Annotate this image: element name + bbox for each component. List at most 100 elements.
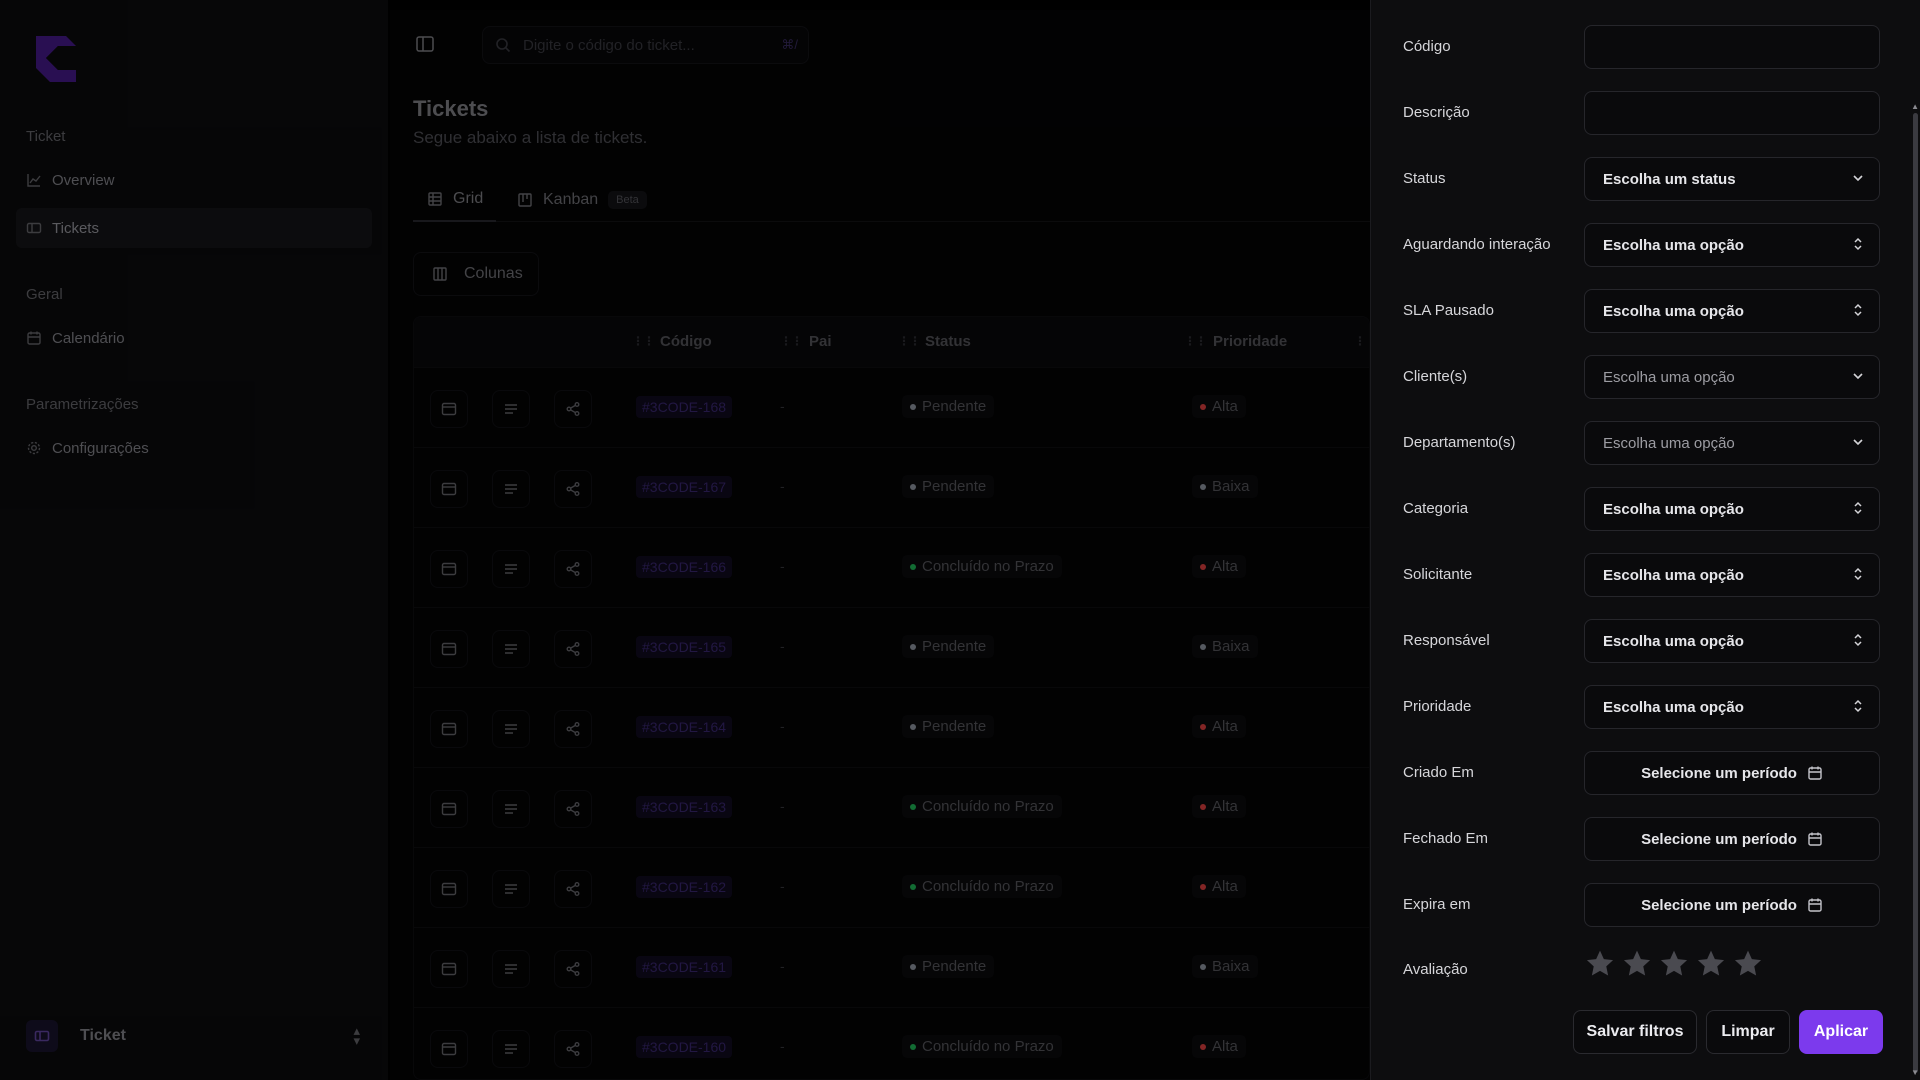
solicitante-select[interactable]: Escolha uma opção — [1584, 553, 1880, 597]
field-value: Escolha uma opção — [1603, 368, 1735, 386]
expira-em-date-picker[interactable]: Selecione um período — [1584, 883, 1880, 927]
details-button[interactable] — [492, 950, 530, 988]
ticket-code-link[interactable]: #3CODE-166 — [636, 556, 733, 578]
codigo-input[interactable] — [1584, 25, 1880, 69]
star-icon[interactable] — [1584, 948, 1616, 980]
departamento-s-select[interactable]: Escolha uma opção — [1584, 421, 1880, 465]
ticket-parent: - — [780, 1038, 785, 1054]
open-ticket-button[interactable] — [430, 550, 468, 588]
share-button[interactable] — [554, 790, 592, 828]
drag-handle-icon[interactable]: ⋮⋮ — [780, 334, 803, 348]
sidebar-item-calendario[interactable]: Calendário — [16, 318, 372, 358]
status-badge: Concluído no Prazo — [902, 1035, 1062, 1058]
ticket-code-link[interactable]: #3CODE-162 — [636, 876, 733, 898]
categoria-select[interactable]: Escolha uma opção — [1584, 487, 1880, 531]
workspace-switcher[interactable]: Ticket ▴ ▾ — [16, 1016, 372, 1056]
status-badge: Concluído no Prazo — [902, 875, 1062, 898]
browser-icon — [441, 641, 457, 657]
share-button[interactable] — [554, 1030, 592, 1068]
share-button[interactable] — [554, 710, 592, 748]
ticket-code-link[interactable]: #3CODE-163 — [636, 796, 733, 818]
column-header-pai[interactable]: Pai — [809, 333, 832, 350]
open-ticket-button[interactable] — [430, 790, 468, 828]
table-header: ⋮⋮ Código ⋮⋮ Pai ⋮⋮ Status ⋮⋮ Prioridade… — [414, 317, 1369, 367]
sla-pausado-select[interactable]: Escolha uma opção — [1584, 289, 1880, 333]
open-ticket-button[interactable] — [430, 390, 468, 428]
columns-button[interactable]: Colunas — [413, 252, 539, 296]
share-button[interactable] — [554, 470, 592, 508]
clear-button[interactable]: Limpar — [1706, 1010, 1790, 1054]
tab-grid[interactable]: Grid — [413, 178, 496, 222]
criado-em-date-picker[interactable]: Selecione um período — [1584, 751, 1880, 795]
share-button[interactable] — [554, 630, 592, 668]
prioridade-select[interactable]: Escolha uma opção — [1584, 685, 1880, 729]
descricao-input[interactable] — [1584, 91, 1880, 135]
ticket-code-link[interactable]: #3CODE-164 — [636, 716, 733, 738]
search-input[interactable]: Digite o código do ticket... ⌘/ — [482, 26, 809, 64]
open-ticket-button[interactable] — [430, 470, 468, 508]
status-select[interactable]: Escolha um status — [1584, 157, 1880, 201]
ticket-parent: - — [780, 398, 785, 414]
details-button[interactable] — [492, 790, 530, 828]
responsavel-select[interactable]: Escolha uma opção — [1584, 619, 1880, 663]
star-icon[interactable] — [1695, 948, 1727, 980]
open-ticket-button[interactable] — [430, 710, 468, 748]
browser-icon — [441, 481, 457, 497]
drag-handle-icon[interactable]: ⋮⋮ — [632, 334, 655, 348]
scroll-up-icon[interactable]: ▲ — [1911, 102, 1919, 111]
apply-button[interactable]: Aplicar — [1799, 1010, 1883, 1054]
share-icon — [565, 401, 581, 417]
details-button[interactable] — [492, 630, 530, 668]
column-header-status[interactable]: Status — [925, 333, 971, 350]
ticket-code-link[interactable]: #3CODE-167 — [636, 476, 733, 498]
details-button[interactable] — [492, 710, 530, 748]
field-value: Escolha um status — [1603, 170, 1736, 188]
ticket-code-link[interactable]: #3CODE-160 — [636, 1036, 733, 1058]
details-button[interactable] — [492, 1030, 530, 1068]
sidebar-item-tickets[interactable]: Tickets — [16, 208, 372, 248]
cliente-s-select[interactable]: Escolha uma opção — [1584, 355, 1880, 399]
star-icon[interactable] — [1732, 948, 1764, 980]
gear-icon — [26, 440, 42, 456]
field-value: Escolha uma opção — [1603, 566, 1744, 584]
details-button[interactable] — [492, 470, 530, 508]
save-filters-button[interactable]: Salvar filtros — [1573, 1010, 1697, 1054]
sidebar-item-configuracoes[interactable]: Configurações — [16, 428, 372, 468]
fechado-em-date-picker[interactable]: Selecione um período — [1584, 817, 1880, 861]
ticket-code-link[interactable]: #3CODE-161 — [636, 956, 733, 978]
tab-kanban[interactable]: Kanban Beta — [517, 178, 647, 222]
open-ticket-button[interactable] — [430, 950, 468, 988]
ticket-code-link[interactable]: #3CODE-165 — [636, 636, 733, 658]
column-header-code[interactable]: Código — [660, 333, 712, 350]
details-button[interactable] — [492, 550, 530, 588]
ticket-code-link[interactable]: #3CODE-168 — [636, 396, 733, 418]
share-button[interactable] — [554, 950, 592, 988]
open-ticket-button[interactable] — [430, 870, 468, 908]
drag-handle-icon[interactable]: ⋮⋮ — [1354, 334, 1369, 348]
details-button[interactable] — [492, 870, 530, 908]
drag-handle-icon[interactable]: ⋮⋮ — [1184, 334, 1207, 348]
drag-handle-icon[interactable]: ⋮⋮ — [898, 334, 921, 348]
column-header-priority[interactable]: Prioridade — [1213, 333, 1287, 350]
share-button[interactable] — [554, 550, 592, 588]
menu-lines-icon — [503, 641, 519, 657]
priority-text: Alta — [1212, 798, 1238, 815]
scroll-down-icon[interactable]: ▼ — [1911, 1068, 1919, 1077]
share-button[interactable] — [554, 870, 592, 908]
sidebar-item-overview[interactable]: Overview — [16, 160, 372, 200]
share-button[interactable] — [554, 390, 592, 428]
app-logo[interactable] — [28, 30, 82, 88]
star-icon[interactable] — [1621, 948, 1653, 980]
share-icon — [565, 801, 581, 817]
filter-label: Descrição — [1403, 104, 1470, 121]
aguardando-interacao-select[interactable]: Escolha uma opção — [1584, 223, 1880, 267]
priority-badge: Baixa — [1192, 475, 1258, 498]
menu-lines-icon — [503, 961, 519, 977]
sidebar-toggle-icon[interactable] — [415, 34, 435, 54]
calendar-icon — [1807, 765, 1823, 781]
open-ticket-button[interactable] — [430, 1030, 468, 1068]
open-ticket-button[interactable] — [430, 630, 468, 668]
scrollbar[interactable] — [1913, 113, 1918, 1073]
details-button[interactable] — [492, 390, 530, 428]
star-icon[interactable] — [1658, 948, 1690, 980]
